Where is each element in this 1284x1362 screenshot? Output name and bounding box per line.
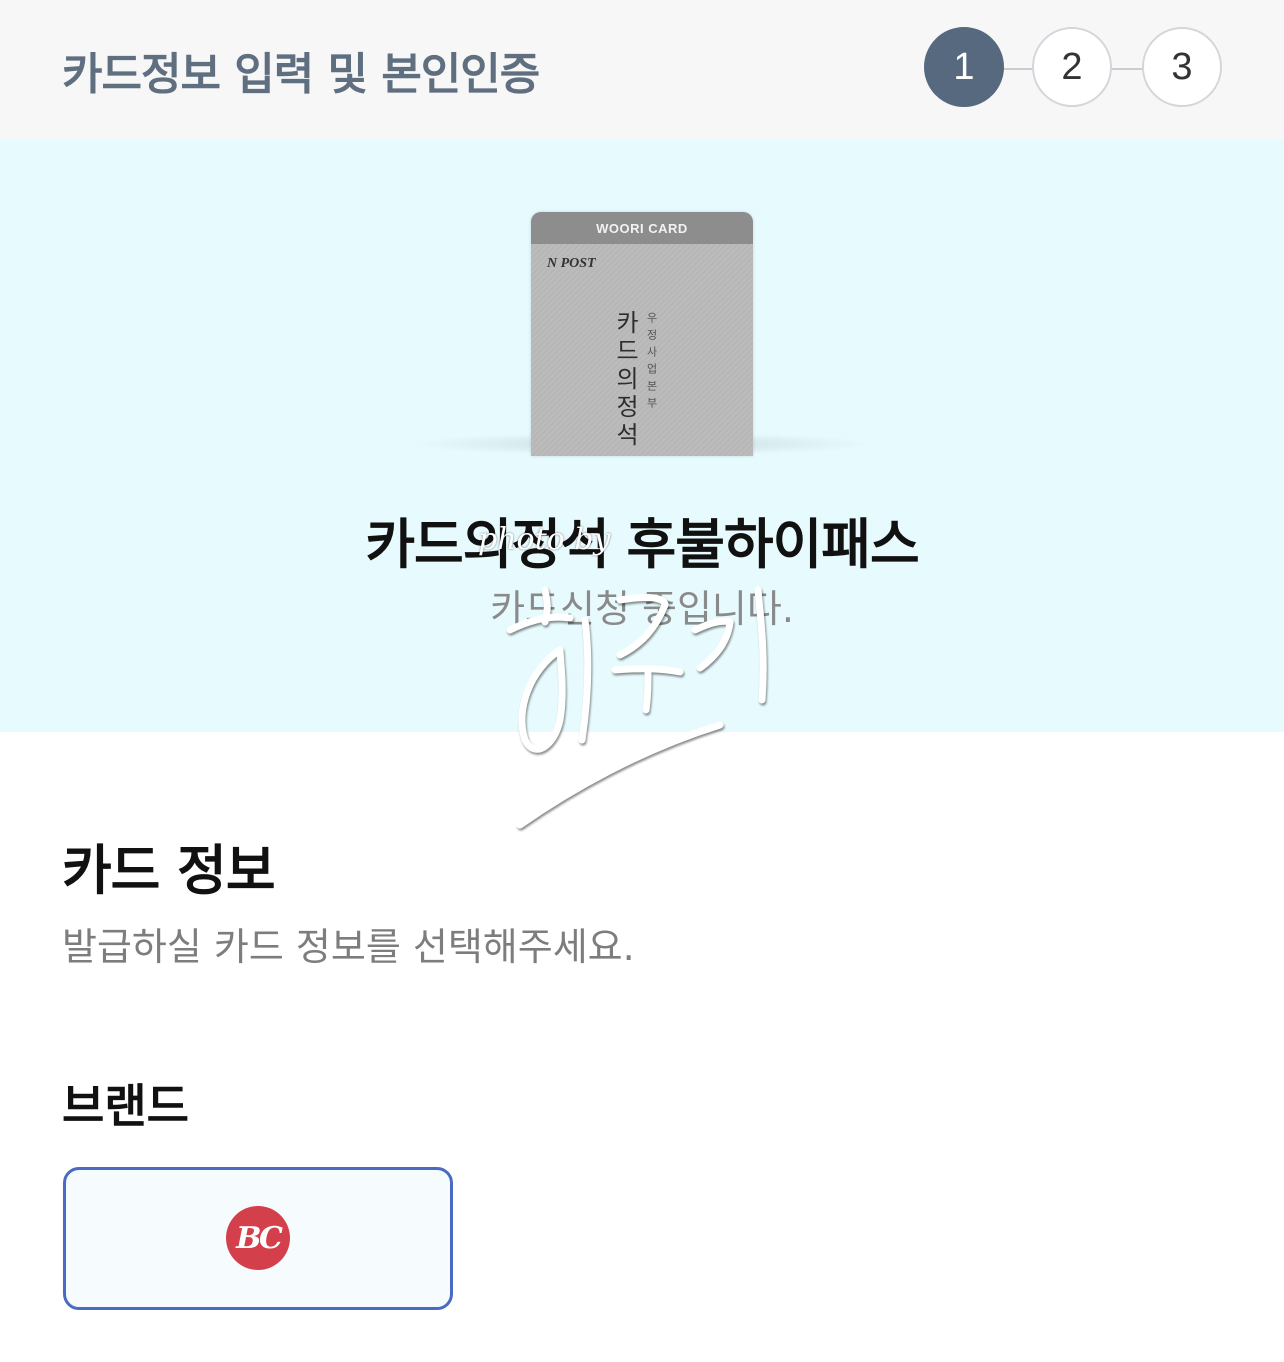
watermark-signature: [506, 586, 767, 829]
card-vertical-title: 카드의정석: [611, 310, 639, 450]
bc-card-logo: BC: [226, 1206, 290, 1270]
progress-stepper: 1 2 3: [922, 27, 1224, 111]
brand-label: 브랜드: [62, 1079, 189, 1133]
brand-option-bc[interactable]: BC: [63, 1167, 453, 1310]
page-title: 카드정보 입력 및 본인인증: [62, 49, 540, 100]
card-logo: N POST: [547, 256, 596, 271]
page-header: 카드정보 입력 및 본인인증 1 2 3: [0, 0, 1284, 140]
step-connector: [1112, 68, 1142, 70]
step-3: 3: [1142, 27, 1222, 107]
card-info-description: 발급하실 카드 정보를 선택해주세요.: [62, 925, 635, 969]
step-2: 2: [1032, 27, 1112, 107]
card-issuer-label: WOORI CARD: [531, 212, 753, 244]
watermark-photo-by: photo by: [478, 522, 611, 557]
card-info-title: 카드 정보: [62, 839, 276, 902]
step-connector: [1002, 68, 1032, 70]
card-vertical-subtitle: 우정사업본부: [645, 312, 658, 414]
step-1: 1: [924, 27, 1004, 107]
card-image: WOORI CARD N POST 카드의정석 우정사업본부: [531, 212, 753, 456]
